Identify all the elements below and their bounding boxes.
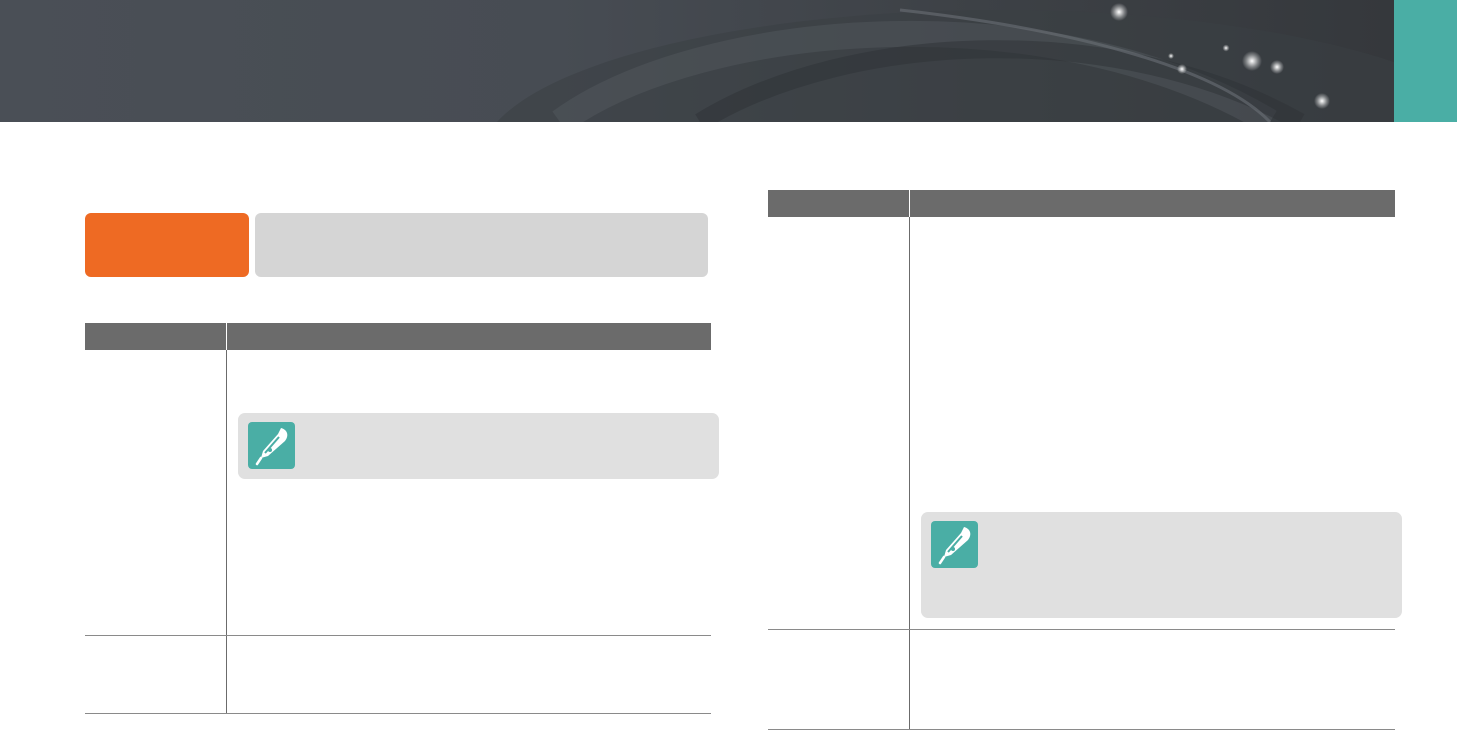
note-box [921,512,1402,618]
pen-note-icon [248,422,295,469]
table-header-row [768,190,1395,217]
chapter-side-tab [1394,0,1457,122]
left-options-table [85,323,711,715]
header-column-divider [909,190,910,217]
section-label-box [85,213,249,277]
right-options-table [768,190,1395,730]
header-banner [0,0,1394,122]
table-row-separator [85,635,711,636]
table-header-row [85,323,711,350]
header-column-divider [226,323,227,350]
table-bottom-rule [85,713,711,714]
note-box [238,413,719,479]
table-row-separator [768,629,1395,630]
banner-swirl-graphic [497,3,1394,122]
section-description-box [255,213,708,277]
table-column-divider [226,350,227,714]
manual-page [0,0,1457,730]
table-column-divider [909,217,910,730]
pen-note-icon [931,521,978,568]
